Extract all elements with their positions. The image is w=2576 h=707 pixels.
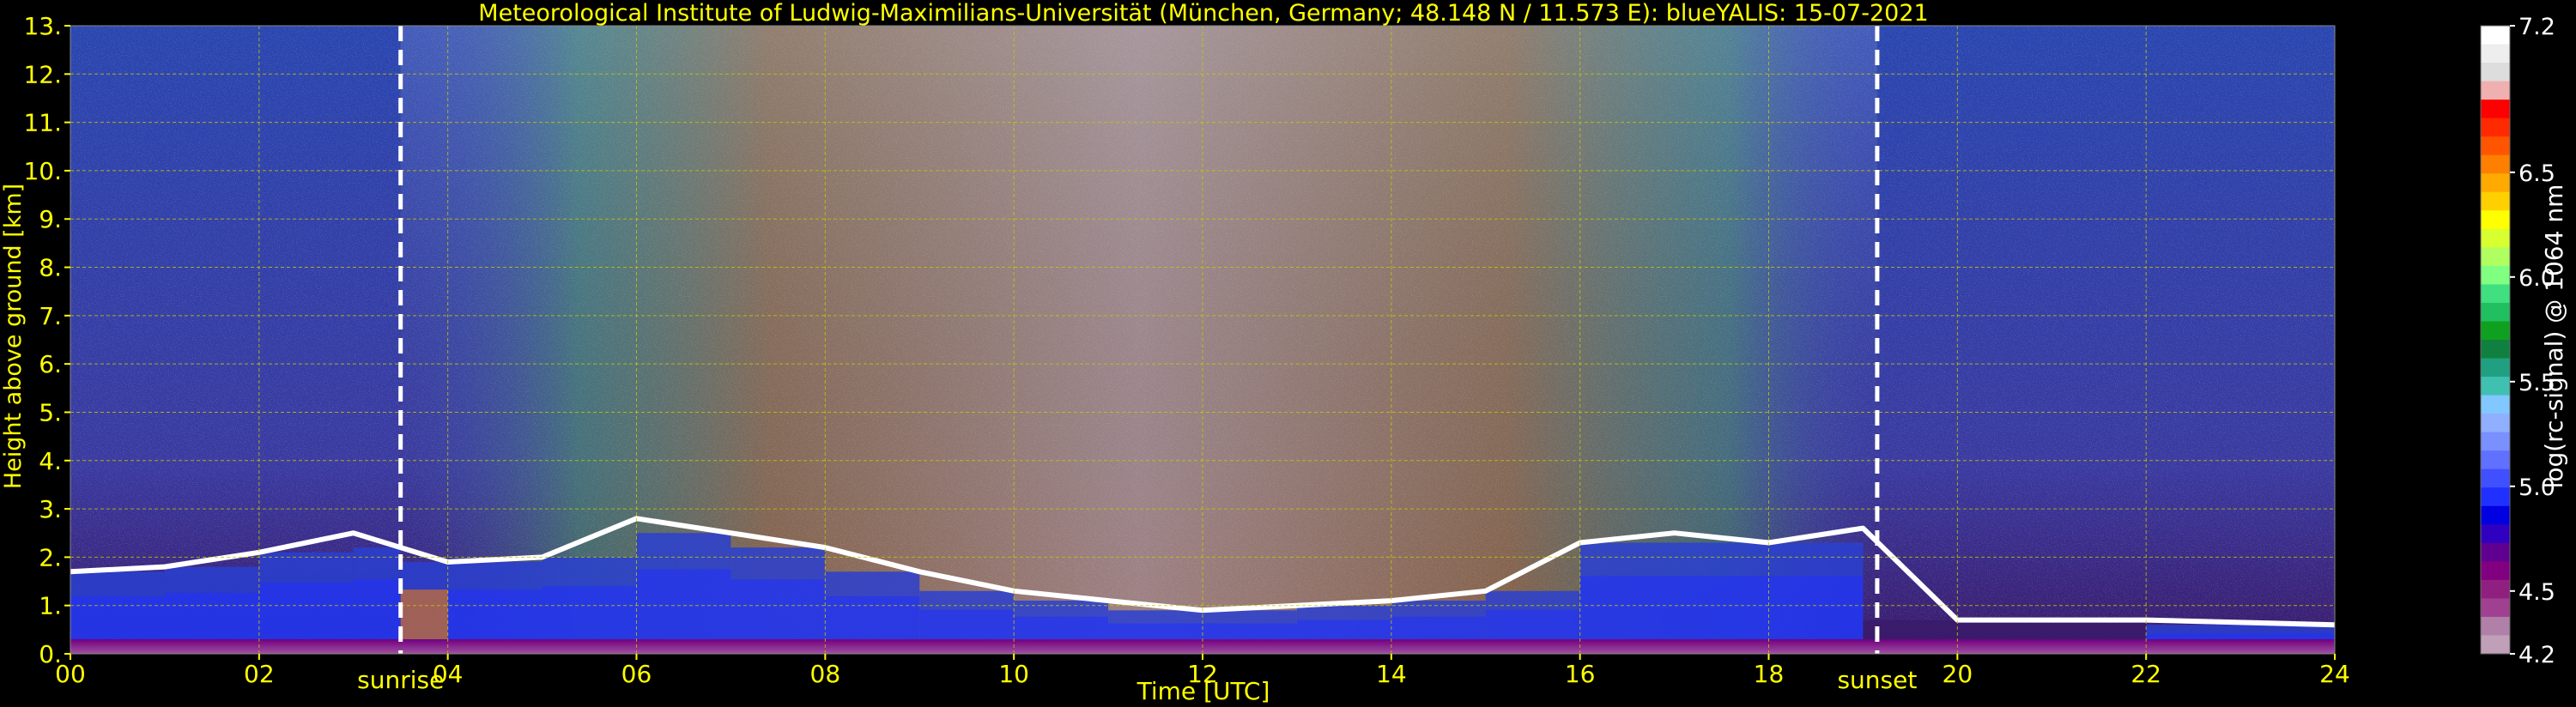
colorbar-segment (2481, 247, 2510, 267)
y-tick-label: 5. (39, 398, 62, 426)
aerosol-core (1203, 623, 1297, 640)
y-tick-label: 9. (39, 205, 62, 233)
aerosol-core (542, 586, 637, 640)
y-tick-label: 3. (39, 495, 62, 523)
chart-title: Meteorological Institute of Ludwig-Maxim… (478, 0, 1928, 27)
colorbar-segment (2481, 598, 2510, 618)
aerosol-core (1579, 576, 1675, 640)
colorbar-segment (2481, 118, 2510, 137)
colorbar-segment (2481, 468, 2510, 488)
colorbar-tick-label: 4.2 (2518, 642, 2555, 668)
colorbar-segment (2481, 321, 2510, 341)
aerosol-column (1957, 619, 2147, 640)
aerosol-core (1014, 616, 1109, 640)
x-tick-label: 06 (621, 660, 652, 688)
colorbar-segment (2481, 302, 2510, 322)
colorbar-segment (2481, 63, 2510, 82)
aerosol-core (400, 589, 448, 640)
x-tick-label: 02 (244, 660, 275, 688)
aerosol-core (447, 589, 542, 640)
aerosol-core (1674, 576, 1769, 640)
colorbar-segment (2481, 432, 2510, 451)
colorbar-segment (2481, 358, 2510, 378)
colorbar-segment (2481, 616, 2510, 636)
colorbar-segment (2481, 228, 2510, 248)
x-tick-label: 20 (1943, 660, 1973, 688)
colorbar-segment (2481, 561, 2510, 581)
colorbar-segment (2481, 191, 2510, 211)
x-tick-label: 24 (2319, 660, 2350, 688)
colorbar-segment (2481, 26, 2510, 45)
aerosol-core (70, 595, 165, 640)
plot-area (70, 25, 2336, 655)
aerosol-core (353, 579, 401, 640)
y-tick-label: 12. (23, 60, 62, 88)
x-tick-label: 12 (1187, 660, 1218, 688)
lidar-quicklook-figure: Meteorological Institute of Ludwig-Maxim… (0, 0, 2568, 705)
x-tick-label: 22 (2131, 660, 2161, 688)
x-tick-label: 10 (998, 660, 1029, 688)
colorbar-segment (2481, 542, 2510, 562)
x-tick-label: 18 (1754, 660, 1785, 688)
x-tick-label: 16 (1565, 660, 1596, 688)
aerosol-core (1391, 616, 1486, 640)
colorbar-segment (2481, 579, 2510, 599)
y-tick-label: 0. (39, 640, 62, 668)
aerosol-core (919, 609, 1015, 640)
y-tick-label: 2. (39, 543, 62, 571)
y-tick-label: 6. (39, 350, 62, 378)
aerosol-core (164, 593, 259, 640)
aerosol-core (1485, 609, 1580, 640)
colorbar-segment (2481, 173, 2510, 193)
colorbar-segment (2481, 450, 2510, 470)
colorbar-segment (2481, 377, 2510, 396)
y-tick-label: 1. (39, 592, 62, 620)
colorbar-segment (2481, 524, 2510, 544)
sun-event-label: sunrise (357, 666, 444, 694)
colorbar-segment (2481, 44, 2510, 63)
colorbar-segment (2481, 340, 2510, 360)
y-axis-ticks: 0. 1. 2. 3. 4. 5. 6. 7. 8. 9. 10. 11. 12. 13. (23, 12, 70, 668)
aerosol-core (825, 595, 920, 640)
y-tick-label: 11. (23, 109, 62, 137)
colorbar-segment (2481, 210, 2510, 230)
y-axis-label: Height above ground [km] (0, 184, 27, 489)
y-tick-label: 10. (23, 157, 62, 185)
colorbar-tick-label: 6.5 (2518, 160, 2555, 187)
aerosol-core (258, 583, 354, 640)
colorbar-segment (2481, 635, 2510, 655)
aerosol-core (1108, 623, 1203, 640)
colorbar-segment (2481, 414, 2510, 433)
colorbar-segment (2481, 487, 2510, 507)
sun-event-label: sunset (1837, 666, 1917, 694)
colorbar-segment (2481, 395, 2510, 414)
colorbar-tick-label: 7.2 (2518, 14, 2555, 40)
colorbar-segment (2481, 81, 2510, 100)
x-tick-label: 08 (810, 660, 841, 688)
colorbar-segment (2481, 265, 2510, 285)
aerosol-core (2146, 633, 2335, 640)
colorbar-segment (2481, 284, 2510, 304)
aerosol-core (1296, 619, 1391, 640)
y-tick-label: 13. (23, 12, 62, 40)
colorbar-segment (2481, 154, 2510, 174)
colorbar-segment (2481, 100, 2510, 119)
y-tick-label: 7. (39, 302, 62, 330)
colorbar-segment (2481, 136, 2510, 156)
aerosol-core (636, 569, 731, 640)
y-tick-label: 8. (39, 254, 62, 282)
colorbar-label: log(rc-signal) @ 1064 nm (2540, 184, 2568, 489)
aerosol-core (1768, 576, 1864, 640)
colorbar-segment (2481, 505, 2510, 525)
aerosol-core (730, 579, 826, 640)
y-tick-label: 4. (39, 447, 62, 475)
x-tick-label: 14 (1376, 660, 1407, 688)
colorbar-tick-label: 4.5 (2518, 579, 2555, 606)
colorbar (2480, 25, 2511, 655)
